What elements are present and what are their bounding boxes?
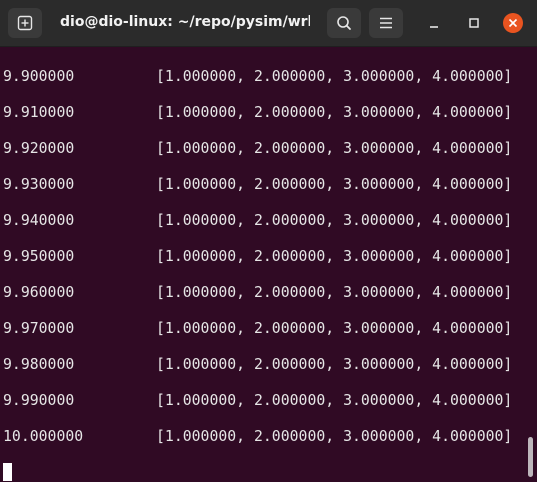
time-value: 9.900000 <box>3 68 75 85</box>
state-values: [1.000000, 2.000000, 3.000000, 4.000000] <box>156 104 513 121</box>
output-line: 9.930000 [1.000000, 2.000000, 3.000000, 4… <box>3 175 512 195</box>
terminal-output[interactable]: 9.900000 [1.000000, 2.000000, 3.000000, 4… <box>0 47 537 482</box>
state-values: [1.000000, 2.000000, 3.000000, 4.000000] <box>156 356 513 373</box>
time-value: 9.910000 <box>3 104 75 121</box>
terminal-window: dio@dio-linux: ~/repo/pysim/wrk... 9.900… <box>0 0 537 482</box>
output-line: 9.920000 [1.000000, 2.000000, 3.000000, 4… <box>3 139 512 159</box>
state-values: [1.000000, 2.000000, 3.000000, 4.000000] <box>156 176 513 193</box>
search-icon <box>337 16 351 30</box>
time-value: 10.000000 <box>3 428 84 445</box>
state-values: [1.000000, 2.000000, 3.000000, 4.000000] <box>156 68 513 85</box>
minimize-icon <box>430 26 438 28</box>
output-line: 9.980000 [1.000000, 2.000000, 3.000000, 4… <box>3 355 512 375</box>
close-button[interactable] <box>503 13 523 33</box>
output-line: 9.950000 [1.000000, 2.000000, 3.000000, 4… <box>3 247 512 267</box>
output-line: 10.000000 [1.000000, 2.000000, 3.000000, … <box>3 427 512 447</box>
state-values: [1.000000, 2.000000, 3.000000, 4.000000] <box>156 248 513 265</box>
time-value: 9.950000 <box>3 248 75 265</box>
output-line: 9.990000 [1.000000, 2.000000, 3.000000, 4… <box>3 391 512 411</box>
time-value: 9.980000 <box>3 356 75 373</box>
state-values: [1.000000, 2.000000, 3.000000, 4.000000] <box>156 320 513 337</box>
menu-button[interactable] <box>369 8 403 38</box>
search-button[interactable] <box>327 8 361 38</box>
new-tab-icon <box>17 15 33 31</box>
time-value: 9.920000 <box>3 140 75 157</box>
new-tab-button[interactable] <box>8 8 42 38</box>
time-value: 9.960000 <box>3 284 75 301</box>
state-values: [1.000000, 2.000000, 3.000000, 4.000000] <box>156 140 513 157</box>
state-values: [1.000000, 2.000000, 3.000000, 4.000000] <box>156 284 513 301</box>
state-values: [1.000000, 2.000000, 3.000000, 4.000000] <box>156 392 513 409</box>
minimize-button[interactable] <box>424 13 444 33</box>
scrollbar-thumb[interactable] <box>528 437 533 477</box>
close-icon <box>503 13 523 33</box>
output-line: 9.940000 [1.000000, 2.000000, 3.000000, 4… <box>3 211 512 231</box>
title-bar[interactable]: dio@dio-linux: ~/repo/pysim/wrk... <box>0 0 537 47</box>
output-line: 9.960000 [1.000000, 2.000000, 3.000000, 4… <box>3 283 512 303</box>
state-values: [1.000000, 2.000000, 3.000000, 4.000000] <box>156 428 513 445</box>
maximize-button[interactable] <box>464 13 484 33</box>
maximize-icon <box>469 18 479 28</box>
output-line: 9.900000 [1.000000, 2.000000, 3.000000, 4… <box>3 67 512 87</box>
output-line: 9.910000 [1.000000, 2.000000, 3.000000, 4… <box>3 103 512 123</box>
time-value: 9.930000 <box>3 176 75 193</box>
terminal-cursor <box>3 463 12 481</box>
time-value: 9.970000 <box>3 320 75 337</box>
time-value: 9.940000 <box>3 212 75 229</box>
window-title: dio@dio-linux: ~/repo/pysim/wrk... <box>60 14 310 30</box>
state-values: [1.000000, 2.000000, 3.000000, 4.000000] <box>156 212 513 229</box>
output-line: 9.970000 [1.000000, 2.000000, 3.000000, 4… <box>3 319 512 339</box>
hamburger-menu-icon <box>380 17 392 29</box>
time-value: 9.990000 <box>3 392 75 409</box>
